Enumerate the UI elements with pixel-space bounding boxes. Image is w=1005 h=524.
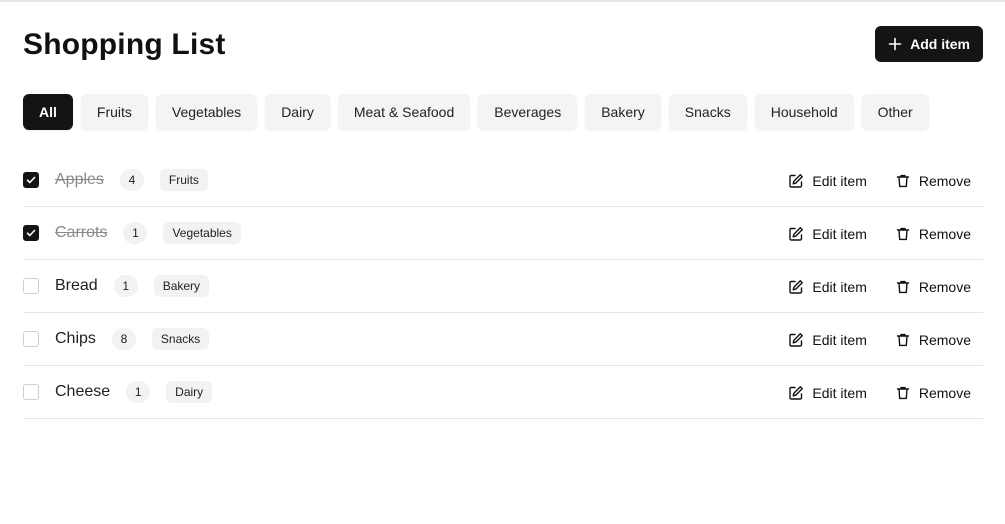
- list-item: Apples 4 Fruits Edit item Remove: [23, 154, 983, 207]
- item-name: Carrots: [55, 224, 108, 241]
- category-tag: Snacks: [151, 328, 210, 350]
- remove-item-label: Remove: [918, 172, 971, 189]
- filter-chip-dairy[interactable]: Dairy: [265, 94, 330, 130]
- filter-chip-household[interactable]: Household: [754, 94, 854, 130]
- trash-icon: [896, 227, 910, 240]
- edit-item-label: Edit item: [812, 172, 867, 189]
- filter-chip-fruits[interactable]: Fruits: [80, 94, 148, 130]
- check-icon: [26, 229, 36, 237]
- remove-item-button[interactable]: Remove: [895, 385, 971, 401]
- edit-item-button[interactable]: Edit item: [788, 331, 867, 348]
- item-name: Bread: [55, 277, 98, 294]
- row-actions: Edit item Remove: [788, 154, 971, 207]
- filter-chip-vegetables[interactable]: Vegetables: [155, 94, 258, 130]
- edit-item-label: Edit item: [812, 331, 867, 348]
- category-filter-bar: All Fruits Vegetables Dairy Meat & Seafood Be…: [23, 94, 929, 130]
- item-name: Cheese: [55, 383, 111, 400]
- edit-item-button[interactable]: Edit item: [788, 172, 867, 189]
- filter-chip-snacks[interactable]: Snacks: [668, 94, 747, 130]
- trash-icon: [896, 174, 910, 187]
- row-actions: Edit item Remove: [788, 313, 971, 366]
- check-icon: [26, 176, 36, 184]
- remove-item-button[interactable]: Remove: [895, 332, 971, 348]
- quantity-badge: 1: [126, 381, 151, 403]
- remove-item-label: Remove: [918, 331, 971, 348]
- remove-item-label: Remove: [918, 278, 971, 295]
- list-item: Bread 1 Bakery Edit item Remove: [23, 260, 983, 313]
- remove-item-button[interactable]: Remove: [895, 226, 971, 242]
- edit-icon: [789, 332, 804, 347]
- trash-icon: [896, 386, 910, 399]
- plus-icon: [888, 37, 902, 51]
- quantity-badge: 1: [123, 222, 148, 244]
- quantity-badge: 8: [111, 328, 136, 350]
- quantity-badge: 4: [119, 169, 144, 191]
- filter-chip-other[interactable]: Other: [861, 94, 929, 130]
- list-item: Carrots 1 Vegetables Edit item Remove: [23, 207, 983, 260]
- add-item-label: Add item: [910, 36, 970, 52]
- item-name: Apples: [55, 171, 104, 188]
- list-item: Cheese 1 Dairy Edit item Remove: [23, 366, 983, 419]
- filter-chip-all[interactable]: All: [23, 94, 73, 130]
- list-item: Chips 8 Snacks Edit item Remove: [23, 313, 983, 366]
- page-title: Shopping List: [23, 28, 226, 61]
- edit-item-label: Edit item: [812, 278, 867, 295]
- edit-item-button[interactable]: Edit item: [788, 225, 867, 242]
- edit-icon: [789, 279, 804, 294]
- edit-item-button[interactable]: Edit item: [788, 278, 867, 295]
- edit-item-button[interactable]: Edit item: [788, 384, 867, 401]
- category-tag: Vegetables: [163, 222, 241, 244]
- remove-item-button[interactable]: Remove: [895, 279, 971, 295]
- remove-item-button[interactable]: Remove: [895, 173, 971, 189]
- item-checkbox[interactable]: [23, 172, 39, 188]
- row-actions: Edit item Remove: [788, 366, 971, 419]
- edit-icon: [789, 385, 804, 400]
- trash-icon: [896, 333, 910, 346]
- category-tag: Bakery: [153, 275, 210, 297]
- item-checkbox[interactable]: [23, 331, 39, 347]
- header: Shopping List Add item: [23, 26, 983, 64]
- edit-icon: [789, 173, 804, 188]
- add-item-button[interactable]: Add item: [875, 26, 983, 62]
- edit-item-label: Edit item: [812, 384, 867, 401]
- shopping-items-list: Apples 4 Fruits Edit item Remove Carrots 1 Vege…: [23, 154, 983, 419]
- edit-icon: [789, 226, 804, 241]
- item-name: Chips: [55, 330, 96, 347]
- item-checkbox[interactable]: [23, 225, 39, 241]
- edit-item-label: Edit item: [812, 225, 867, 242]
- quantity-badge: 1: [113, 275, 138, 297]
- row-actions: Edit item Remove: [788, 260, 971, 313]
- filter-chip-bakery[interactable]: Bakery: [585, 94, 661, 130]
- row-actions: Edit item Remove: [788, 207, 971, 260]
- item-checkbox[interactable]: [23, 278, 39, 294]
- remove-item-label: Remove: [918, 225, 971, 242]
- category-tag: Fruits: [159, 169, 208, 191]
- trash-icon: [896, 280, 910, 293]
- filter-chip-meat-seafood[interactable]: Meat & Seafood: [337, 94, 471, 130]
- remove-item-label: Remove: [918, 384, 971, 401]
- category-tag: Dairy: [166, 381, 213, 403]
- shopping-list-page: Shopping List Add item All Fruits Vegetabl…: [23, 0, 983, 524]
- item-checkbox[interactable]: [23, 384, 39, 400]
- filter-chip-beverages[interactable]: Beverages: [478, 94, 578, 130]
